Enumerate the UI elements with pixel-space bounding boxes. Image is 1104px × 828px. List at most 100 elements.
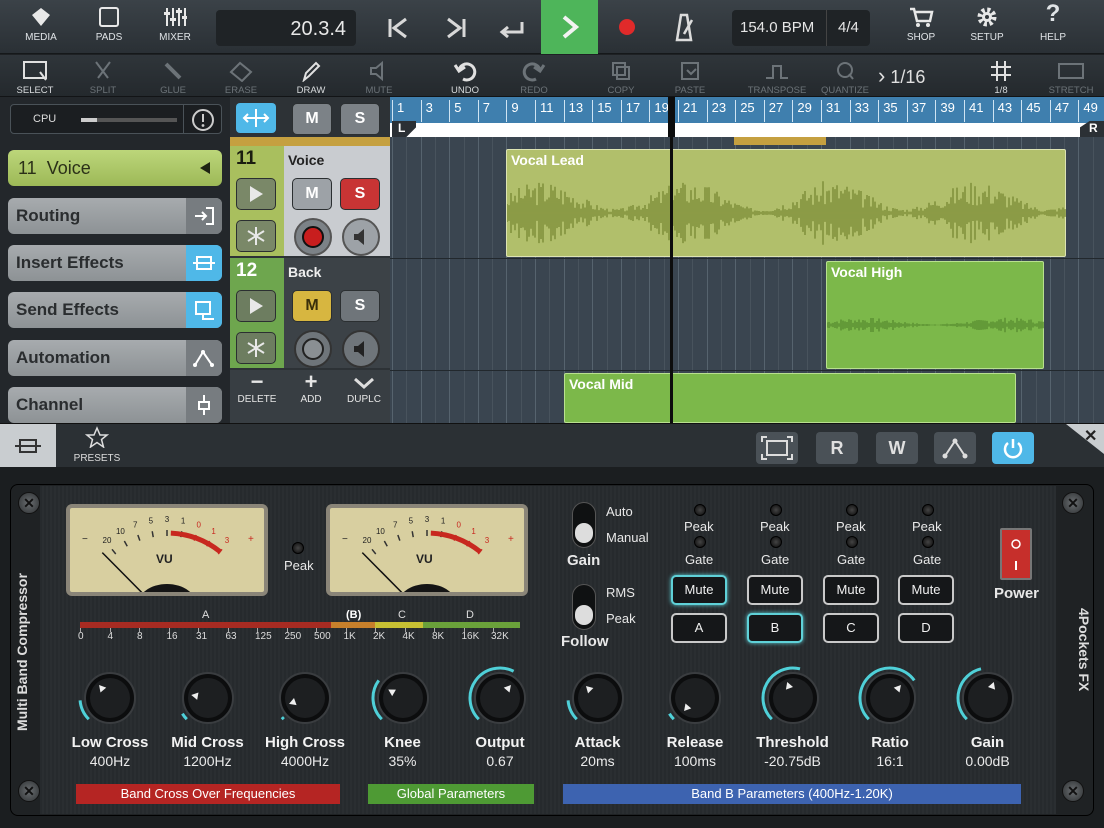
knob-mid-cross[interactable] [176, 666, 240, 730]
metronome-icon [675, 13, 694, 42]
insert-effects-button[interactable]: Insert Effects [8, 245, 222, 281]
automation-button[interactable] [934, 432, 976, 464]
record-button[interactable] [612, 12, 642, 42]
mute-tool[interactable]: MUTE [348, 55, 410, 97]
send-effects-button[interactable]: Send Effects [8, 292, 222, 328]
global-mute-button[interactable]: M [292, 103, 332, 135]
track-11[interactable]: 11 Voice M S [230, 146, 390, 256]
channel-button[interactable]: Channel [8, 387, 222, 423]
rewind-button[interactable] [376, 10, 420, 46]
monitor-button[interactable] [342, 330, 380, 368]
forward-button[interactable] [434, 10, 478, 46]
band-c-select-button[interactable]: C [823, 613, 879, 643]
plugin-power-switch[interactable] [1000, 528, 1032, 580]
record-arm-button[interactable] [294, 218, 332, 256]
track-mute-button[interactable]: M [292, 290, 332, 322]
fullscreen-button[interactable] [756, 432, 798, 464]
automation-button[interactable]: Automation [8, 340, 222, 376]
undo-button[interactable]: UNDO [434, 55, 496, 97]
draw-tool[interactable]: DRAW [280, 55, 342, 97]
arrange-view[interactable]: Vocal Lead Vocal High Vocal Mid [390, 137, 1104, 423]
knob-attack[interactable] [566, 666, 630, 730]
copy-button[interactable]: COPY [590, 55, 652, 97]
automation-read-button[interactable]: R [816, 432, 858, 464]
routing-button[interactable]: Routing [8, 198, 222, 234]
band-b-mute-button[interactable]: Mute [747, 575, 803, 605]
metronome-button[interactable] [668, 10, 700, 44]
stretch-tool[interactable]: STRETCH [1040, 55, 1102, 97]
track-12[interactable]: 12 Back M S [230, 258, 390, 368]
frequency-band-bar[interactable] [80, 622, 520, 628]
transpose-button[interactable]: TRANSPOSE [742, 55, 812, 97]
track-solo-button[interactable]: S [340, 290, 380, 322]
split-tool[interactable]: SPLIT [72, 55, 134, 97]
waveform [827, 317, 1044, 333]
clip-vocal-lead[interactable]: Vocal Lead [506, 149, 1066, 257]
grid-button[interactable]: 1/8 [970, 55, 1032, 97]
play-button[interactable] [541, 0, 598, 54]
global-solo-button[interactable]: S [340, 103, 380, 135]
add-track-button[interactable]: + ADD [284, 370, 338, 423]
glue-tool[interactable]: GLUE [142, 55, 204, 97]
delete-track-button[interactable]: − DELETE [230, 370, 284, 423]
mixer-button[interactable]: MIXER [144, 0, 206, 54]
tempo-display[interactable]: 154.0 BPM 4/4 [732, 10, 870, 46]
erase-tool[interactable]: ERASE [210, 55, 272, 97]
track-settings-button[interactable] [236, 220, 276, 252]
current-track-button[interactable]: 11 Voice [8, 150, 222, 186]
pads-button[interactable]: PADS [78, 0, 140, 54]
band-d-mute-button[interactable]: Mute [898, 575, 954, 605]
position-display[interactable]: 20.3.4 [216, 10, 356, 46]
knob-low-cross[interactable] [78, 666, 142, 730]
shop-button[interactable]: SHOP [890, 0, 952, 54]
loop-button[interactable] [490, 10, 534, 46]
redo-button[interactable]: REDO [503, 55, 565, 97]
paste-button[interactable]: PASTE [659, 55, 721, 97]
insert-view-tab[interactable] [0, 424, 56, 468]
clip-vocal-high[interactable]: Vocal High [826, 261, 1044, 369]
quantize-button[interactable]: QUANTIZE [814, 55, 876, 97]
band-a-mute-button[interactable]: Mute [671, 575, 727, 605]
knob-output[interactable] [468, 666, 532, 730]
knob-knee[interactable] [371, 666, 435, 730]
clip-top[interactable] [734, 137, 826, 145]
knob-threshold[interactable] [761, 666, 825, 730]
speaker-icon [354, 229, 364, 245]
track-tool-button[interactable] [236, 103, 276, 133]
automation-write-button[interactable]: W [876, 432, 918, 464]
quantize-value-selector[interactable]: › 1/16 [878, 63, 925, 89]
monitor-button[interactable] [342, 218, 380, 256]
knob-release[interactable] [663, 666, 727, 730]
track-play-button[interactable] [236, 178, 276, 210]
select-tool[interactable]: SELECT [4, 55, 66, 97]
loop-range[interactable] [390, 123, 1104, 137]
setup-button[interactable]: SETUP [956, 0, 1018, 54]
media-button[interactable]: MEDIA [10, 0, 72, 54]
power-toggle-button[interactable] [992, 432, 1034, 464]
track-play-button[interactable] [236, 290, 276, 322]
help-button[interactable]: ? HELP [1022, 0, 1084, 54]
band-c-mute-button[interactable]: Mute [823, 575, 879, 605]
knob-value: 100ms [673, 753, 717, 769]
duplicate-track-button[interactable]: DUPLC [338, 370, 390, 423]
ruler-bar-number: 31 [821, 100, 840, 122]
band-b-select-button[interactable]: B [747, 613, 803, 643]
follow-mode-switch[interactable] [572, 584, 596, 630]
timeline-ruler[interactable]: 1 3 5 7 9 11 13 15 17 19 21 23 25 27 29 31 33 35 37 39 41 43 4… [390, 97, 1104, 137]
playhead[interactable] [670, 137, 673, 423]
band-d-select-button[interactable]: D [898, 613, 954, 643]
track-mute-button[interactable]: M [292, 178, 332, 210]
band-a-select-button[interactable]: A [671, 613, 727, 643]
knob-gain[interactable] [956, 666, 1020, 730]
clip-vocal-mid[interactable]: Vocal Mid [564, 373, 1016, 423]
close-effect-button[interactable]: ✕ [1066, 424, 1104, 454]
knob-ratio[interactable] [858, 666, 922, 730]
track-settings-button[interactable] [236, 332, 276, 364]
track-solo-button[interactable]: S [340, 178, 380, 210]
knob-high-cross[interactable] [273, 666, 337, 730]
gain-mode-switch[interactable] [572, 502, 596, 548]
presets-button[interactable]: PRESETS [62, 426, 132, 466]
record-arm-button[interactable] [294, 330, 332, 368]
band-d-peak-led [922, 504, 934, 516]
playhead-marker[interactable] [668, 97, 675, 137]
